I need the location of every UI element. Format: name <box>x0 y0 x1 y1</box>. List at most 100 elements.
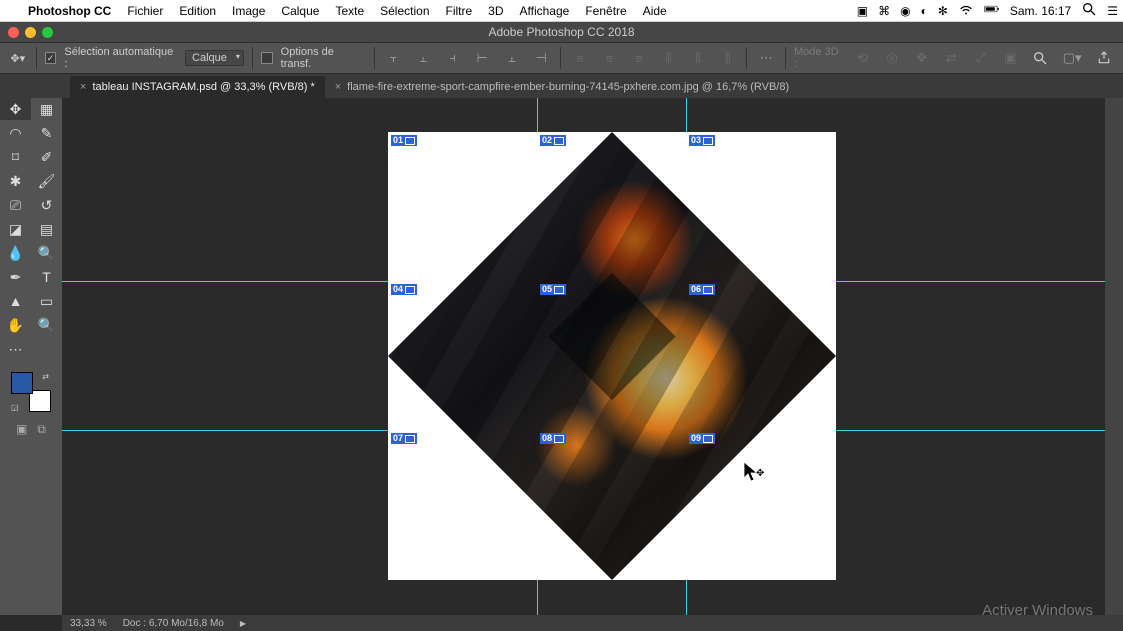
align-left-icon[interactable]: ⊢ <box>471 47 493 69</box>
menu-fichier[interactable]: Fichier <box>119 4 171 18</box>
cloud-icon[interactable]: ◐ <box>916 4 933 18</box>
screen-mode-icon[interactable]: ⧉ <box>37 422 46 437</box>
menu-3d[interactable]: 3D <box>480 4 511 18</box>
eyedropper-tool-icon[interactable]: ✐ <box>31 146 62 168</box>
healing-tool-icon[interactable]: ✱ <box>0 170 31 192</box>
status-chevron-icon[interactable]: ▶ <box>240 619 246 628</box>
lasso-tool-icon[interactable]: ◠ <box>0 122 31 144</box>
auto-select-checkbox[interactable]: ✓ <box>45 52 57 64</box>
slice-label-03[interactable]: 03 <box>689 135 715 146</box>
distribute-left-icon[interactable]: ⫼ <box>658 47 680 69</box>
status-bar: 33,33 % Doc : 6,70 Mo/16,8 Mo ▶ <box>62 615 1123 631</box>
blur-tool-icon[interactable]: 💧 <box>0 242 31 264</box>
bluetooth-icon[interactable]: ✻ <box>933 4 953 18</box>
align-hcenter-icon[interactable]: ⫠ <box>501 47 523 69</box>
wifi-icon[interactable] <box>953 1 979 20</box>
zoom-level[interactable]: 33,33 % <box>70 618 107 629</box>
swap-colors-icon[interactable]: ⇄ <box>42 372 49 381</box>
canvas-area[interactable]: BBQ 01 02 03 04 05 06 07 08 09 ✥ <box>62 98 1123 615</box>
menu-fenetre[interactable]: Fenêtre <box>577 4 634 18</box>
align-bottom-icon[interactable]: ⫞ <box>442 47 464 69</box>
workspace: ✥▦ ◠✎ ⌑✐ ✱🖌 ⎚↺ ◪▤ 💧🔍 ✒T ▲▭ ✋🔍 ⋯ ⇄ ◲ ▣ ⧉ <box>0 98 1123 615</box>
default-colors-icon[interactable]: ◲ <box>11 403 19 412</box>
right-panel-collapsed[interactable] <box>1105 98 1123 615</box>
document-tabs: × tableau INSTAGRAM.psd @ 33,3% (RVB/8) … <box>0 74 1123 98</box>
mac-menubar: Photoshop CC Fichier Edition Image Calqu… <box>0 0 1123 22</box>
menu-selection[interactable]: Sélection <box>372 4 437 18</box>
artboard[interactable]: BBQ 01 02 03 04 05 06 07 08 09 <box>388 132 836 580</box>
3d-roll-icon[interactable]: ◎ <box>881 47 903 69</box>
slice-icon <box>703 137 713 145</box>
sync-icon[interactable]: ◉ <box>895 4 915 18</box>
slice-label-06[interactable]: 06 <box>689 284 715 295</box>
zoom-tool-icon[interactable]: 🔍 <box>31 314 62 336</box>
crop-tool-icon[interactable]: ⌑ <box>0 146 31 168</box>
slice-label-01[interactable]: 01 <box>391 135 417 146</box>
menu-edition[interactable]: Edition <box>171 4 224 18</box>
app-name[interactable]: Photoshop CC <box>20 4 119 18</box>
tab-document-2[interactable]: × flame-fire-extreme-sport-campfire-embe… <box>325 76 799 98</box>
slice-label-09[interactable]: 09 <box>689 433 715 444</box>
move-tool-icon[interactable]: ✥ <box>0 98 31 120</box>
3d-pan-icon[interactable]: ✥ <box>911 47 933 69</box>
menu-affichage[interactable]: Affichage <box>512 4 578 18</box>
menu-extras-icon[interactable]: ☰ <box>1102 4 1123 18</box>
quick-select-tool-icon[interactable]: ✎ <box>31 122 62 144</box>
distribute-vcenter-icon[interactable]: ≡ <box>599 47 621 69</box>
camera-icon[interactable]: ⌘ <box>873 4 895 18</box>
eraser-tool-icon[interactable]: ◪ <box>0 218 31 240</box>
3d-scale-icon[interactable]: ⤢ <box>970 47 992 69</box>
edit-toolbar-icon[interactable]: ⋯ <box>0 338 31 360</box>
menu-image[interactable]: Image <box>224 4 273 18</box>
share-icon[interactable] <box>1093 47 1115 69</box>
3d-slide-icon[interactable]: ⇄ <box>940 47 962 69</box>
frame-icon[interactable]: ▢▾ <box>1061 47 1083 69</box>
path-select-tool-icon[interactable]: ▲ <box>0 290 31 312</box>
gradient-tool-icon[interactable]: ▤ <box>31 218 62 240</box>
distribute-bottom-icon[interactable]: ≡ <box>628 47 650 69</box>
slice-label-02[interactable]: 02 <box>540 135 566 146</box>
battery-icon[interactable] <box>979 1 1005 20</box>
pen-tool-icon[interactable]: ✒ <box>0 266 31 288</box>
menu-filtre[interactable]: Filtre <box>438 4 481 18</box>
video-icon[interactable]: ▣ <box>852 4 873 18</box>
menu-aide[interactable]: Aide <box>635 4 675 18</box>
clock-text[interactable]: Sam. 16:17 <box>1005 4 1076 18</box>
type-tool-icon[interactable]: T <box>31 266 62 288</box>
more-options-icon[interactable]: ⋯ <box>755 47 777 69</box>
dodge-tool-icon[interactable]: 🔍 <box>31 242 62 264</box>
3d-orbit-icon[interactable]: ⟲ <box>852 47 874 69</box>
menu-texte[interactable]: Texte <box>327 4 372 18</box>
3d-camera-icon[interactable]: ▣ <box>1000 47 1022 69</box>
quick-mask-icon[interactable]: ▣ <box>16 422 27 437</box>
slice-label-08[interactable]: 08 <box>540 433 566 444</box>
color-swatches[interactable]: ⇄ ◲ <box>11 372 51 412</box>
slice-icon <box>703 286 713 294</box>
history-brush-tool-icon[interactable]: ↺ <box>31 194 62 216</box>
distribute-top-icon[interactable]: ≡ <box>569 47 591 69</box>
hand-tool-icon[interactable]: ✋ <box>0 314 31 336</box>
align-vcenter-icon[interactable]: ⫠ <box>412 47 434 69</box>
align-right-icon[interactable]: ⊣ <box>531 47 553 69</box>
menu-calque[interactable]: Calque <box>273 4 327 18</box>
doc-size[interactable]: Doc : 6,70 Mo/16,8 Mo <box>123 618 224 629</box>
slice-label-04[interactable]: 04 <box>391 284 417 295</box>
align-top-icon[interactable]: ⫟ <box>383 47 405 69</box>
rectangle-tool-icon[interactable]: ▭ <box>31 290 62 312</box>
search-ps-icon[interactable] <box>1029 47 1051 69</box>
auto-select-dropdown[interactable]: Calque <box>185 50 244 66</box>
distribute-right-icon[interactable]: ⫼ <box>717 47 739 69</box>
artboard-tool-icon[interactable]: ▦ <box>31 98 62 120</box>
brush-tool-icon[interactable]: 🖌 <box>31 170 62 192</box>
close-tab-icon[interactable]: × <box>335 81 341 93</box>
slice-label-05[interactable]: 05 <box>540 284 566 295</box>
close-tab-icon[interactable]: × <box>80 81 86 93</box>
stamp-tool-icon[interactable]: ⎚ <box>0 194 31 216</box>
tools-panel: ✥▦ ◠✎ ⌑✐ ✱🖌 ⎚↺ ◪▤ 💧🔍 ✒T ▲▭ ✋🔍 ⋯ ⇄ ◲ ▣ ⧉ <box>0 98 62 615</box>
transform-checkbox[interactable] <box>261 52 273 64</box>
search-icon[interactable] <box>1076 1 1102 20</box>
tab-active-document[interactable]: × tableau INSTAGRAM.psd @ 33,3% (RVB/8) … <box>70 76 325 98</box>
distribute-hcenter-icon[interactable]: ⫼ <box>687 47 709 69</box>
foreground-color-swatch[interactable] <box>11 372 33 394</box>
slice-label-07[interactable]: 07 <box>391 433 417 444</box>
